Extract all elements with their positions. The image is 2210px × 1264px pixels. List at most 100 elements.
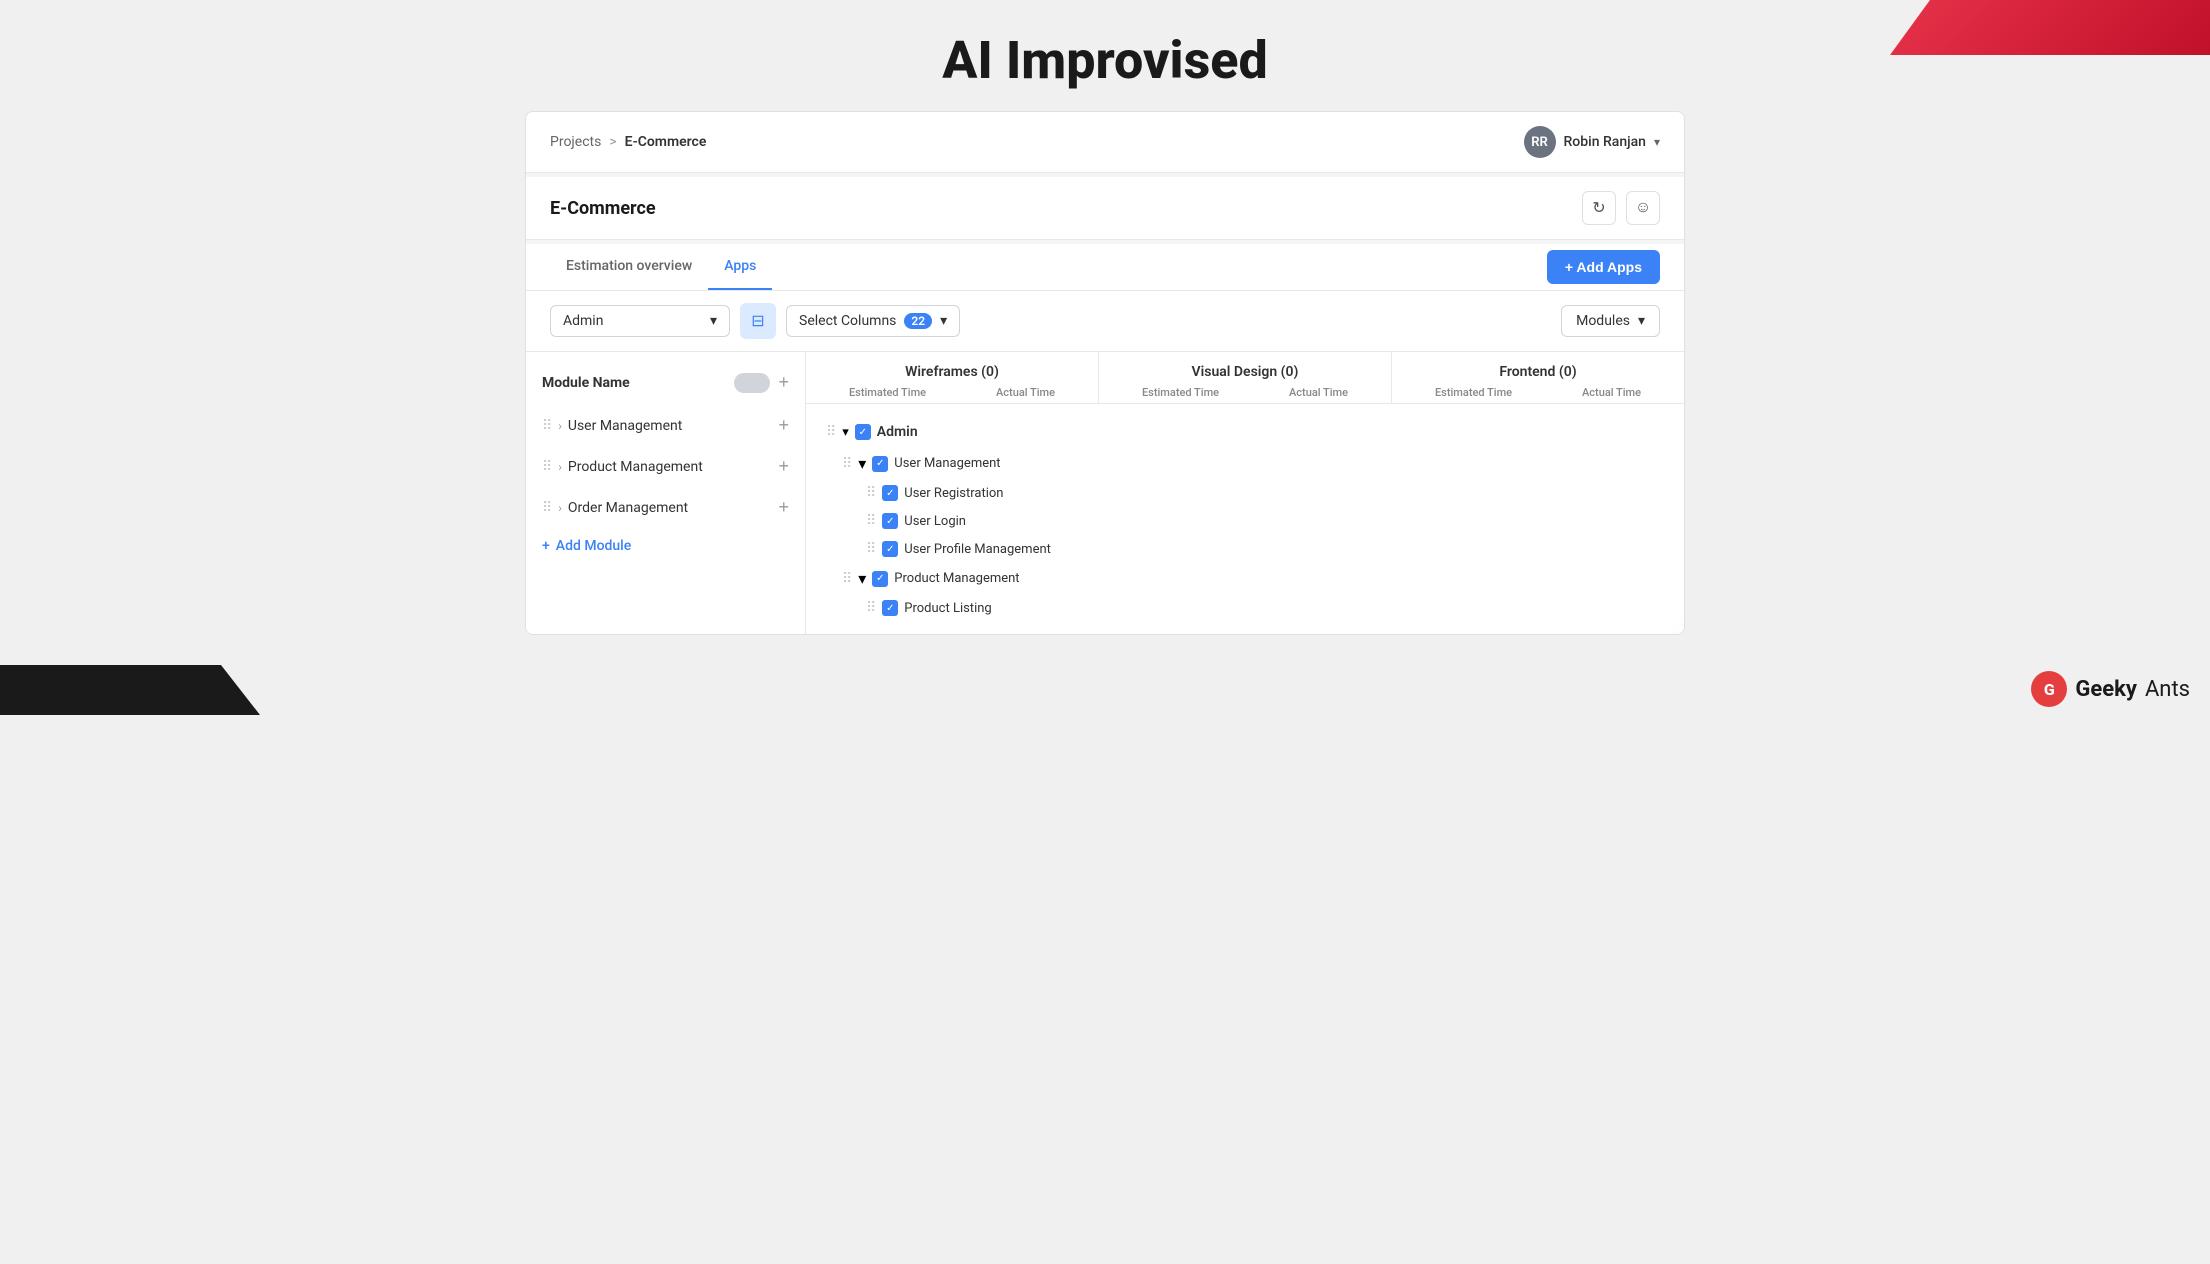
history-button[interactable]: ↻ xyxy=(1582,191,1616,225)
tab-estimation-overview[interactable]: Estimation overview xyxy=(550,244,708,290)
admin-label: Admin xyxy=(877,424,918,440)
wireframes-header: Wireframes (0) Estimated Time Actual Tim… xyxy=(806,352,1099,403)
drag-handle-icon: ⠿ xyxy=(542,418,552,434)
bottom-black-bar xyxy=(0,665,260,715)
app-container: Projects > E-Commerce RR Robin Ranjan ▾ … xyxy=(525,111,1685,635)
frontend-estimated-time: Estimated Time xyxy=(1435,386,1512,399)
toggle-switch[interactable] xyxy=(734,373,770,393)
emoji-button[interactable]: ☺ xyxy=(1626,191,1660,225)
visual-design-estimated-time: Estimated Time xyxy=(1142,386,1219,399)
product-mgmt-collapse-icon[interactable]: ▾ xyxy=(858,569,866,588)
product-listing-checkbox[interactable]: ✓ xyxy=(882,600,898,616)
table-content: ⠿ ▾ ✓ Admin ⠿ ▾ ✓ User Management ⠿ xyxy=(806,404,1684,634)
project-title-bar: E-Commerce ↻ ☺ xyxy=(526,177,1684,240)
drag-handle-icon: ⠿ xyxy=(842,571,852,587)
product-listing-row: ⠿ ✓ Product Listing xyxy=(818,594,1672,622)
sidebar-item-user-management[interactable]: ⠿ › User Management + xyxy=(526,405,805,446)
drag-handle-icon: ⠿ xyxy=(542,459,552,475)
sidebar-item-order-management[interactable]: ⠿ › Order Management + xyxy=(526,487,805,528)
wireframes-actual-time: Actual Time xyxy=(996,386,1055,399)
user-menu[interactable]: RR Robin Ranjan ▾ xyxy=(1524,126,1661,158)
geekyants-logo: G Geeky Ants xyxy=(2031,671,2190,707)
user-mgmt-collapse-icon[interactable]: ▾ xyxy=(858,454,866,473)
sliders-icon: ⊟ xyxy=(751,311,764,331)
sidebar-item-product-management[interactable]: ⠿ › Product Management + xyxy=(526,446,805,487)
sidebar-title: Module Name xyxy=(542,375,630,391)
wireframes-title: Wireframes (0) xyxy=(814,364,1090,380)
visual-design-header: Visual Design (0) Estimated Time Actual … xyxy=(1099,352,1392,403)
drag-handle-icon: ⠿ xyxy=(842,456,852,472)
tabs-bar: Estimation overview Apps + Add Apps xyxy=(526,244,1684,291)
add-module-plus-icon: + xyxy=(542,538,550,554)
add-module-icon-button[interactable]: + xyxy=(778,372,789,393)
user-management-row: ⠿ ▾ ✓ User Management xyxy=(818,448,1672,479)
table-column-headers: Wireframes (0) Estimated Time Actual Tim… xyxy=(806,352,1684,404)
wireframes-sub-headers: Estimated Time Actual Time xyxy=(814,386,1090,399)
add-user-management-button[interactable]: + xyxy=(778,415,789,436)
admin-checkbox[interactable]: ✓ xyxy=(855,424,871,440)
visual-design-title: Visual Design (0) xyxy=(1107,364,1383,380)
breadcrumb-separator: > xyxy=(609,134,616,150)
frontend-title: Frontend (0) xyxy=(1400,364,1676,380)
wireframes-estimated-time: Estimated Time xyxy=(849,386,926,399)
title-actions: ↻ ☺ xyxy=(1582,191,1660,225)
frontend-header: Frontend (0) Estimated Time Actual Time xyxy=(1392,352,1684,403)
frontend-actual-time: Actual Time xyxy=(1582,386,1641,399)
breadcrumb-current: E-Commerce xyxy=(625,134,707,150)
user-name: Robin Ranjan xyxy=(1564,134,1646,150)
drag-handle-icon: ⠿ xyxy=(542,500,552,516)
sidebar-header-actions: + xyxy=(734,372,789,393)
drag-handle-icon: ⠿ xyxy=(866,513,876,529)
add-order-management-button[interactable]: + xyxy=(778,497,789,518)
tabs: Estimation overview Apps xyxy=(550,244,772,290)
columns-count-badge: 22 xyxy=(904,313,932,329)
geekyants-brand-name: Geeky xyxy=(2075,677,2137,702)
columns-select-label: Select Columns xyxy=(799,313,896,329)
modules-button[interactable]: Modules ▾ xyxy=(1561,305,1660,337)
add-module-label: Add Module xyxy=(556,538,631,554)
columns-select-dropdown[interactable]: Select Columns 22 ▾ xyxy=(786,305,960,337)
add-product-management-button[interactable]: + xyxy=(778,456,789,477)
product-management-checkbox[interactable]: ✓ xyxy=(872,571,888,587)
user-profile-checkbox[interactable]: ✓ xyxy=(882,541,898,557)
main-content: Module Name + ⠿ › User Management + ⠿ › … xyxy=(526,352,1684,634)
sidebar-header: Module Name + xyxy=(526,368,805,405)
columns-chevron-icon: ▾ xyxy=(940,313,947,329)
drag-handle-icon: ⠿ xyxy=(866,485,876,501)
modules-label: Modules xyxy=(1576,313,1630,329)
add-module-link[interactable]: + Add Module xyxy=(526,528,805,564)
user-management-label: User Management xyxy=(894,456,1000,471)
filter-icon-button[interactable]: ⊟ xyxy=(740,303,776,339)
page-title: AI Improvised xyxy=(0,0,2210,111)
chevron-right-icon: › xyxy=(558,460,562,474)
module-name-product-management: Product Management xyxy=(568,459,773,475)
product-management-label: Product Management xyxy=(894,571,1019,586)
breadcrumb-parent[interactable]: Projects xyxy=(550,134,601,150)
user-login-checkbox[interactable]: ✓ xyxy=(882,513,898,529)
add-apps-button[interactable]: + Add Apps xyxy=(1547,250,1660,284)
avatar: RR xyxy=(1524,126,1556,158)
user-login-row: ⠿ ✓ User Login xyxy=(818,507,1672,535)
table-area: Wireframes (0) Estimated Time Actual Tim… xyxy=(806,352,1684,634)
product-listing-label: Product Listing xyxy=(904,601,991,616)
admin-collapse-icon[interactable]: ▾ xyxy=(842,425,849,440)
project-title: E-Commerce xyxy=(550,198,656,219)
module-name-order-management: Order Management xyxy=(568,500,773,516)
product-management-row: ⠿ ▾ ✓ Product Management xyxy=(818,563,1672,594)
drag-handle-icon: ⠿ xyxy=(866,600,876,616)
user-management-checkbox[interactable]: ✓ xyxy=(872,456,888,472)
user-registration-label: User Registration xyxy=(904,486,1003,501)
drag-handle-icon: ⠿ xyxy=(866,541,876,557)
app-header: Projects > E-Commerce RR Robin Ranjan ▾ xyxy=(526,112,1684,173)
filters-row: Admin ▾ ⊟ Select Columns 22 ▾ Modules ▾ xyxy=(526,291,1684,352)
top-banner xyxy=(1890,0,2210,55)
user-registration-row: ⠿ ✓ User Registration xyxy=(818,479,1672,507)
app-select-value: Admin xyxy=(563,313,603,329)
app-select-chevron: ▾ xyxy=(710,313,717,329)
visual-design-actual-time: Actual Time xyxy=(1289,386,1348,399)
tab-apps[interactable]: Apps xyxy=(708,244,772,290)
sidebar: Module Name + ⠿ › User Management + ⠿ › … xyxy=(526,352,806,634)
user-registration-checkbox[interactable]: ✓ xyxy=(882,485,898,501)
app-select-dropdown[interactable]: Admin ▾ xyxy=(550,305,730,337)
drag-handle-icon: ⠿ xyxy=(826,424,836,440)
